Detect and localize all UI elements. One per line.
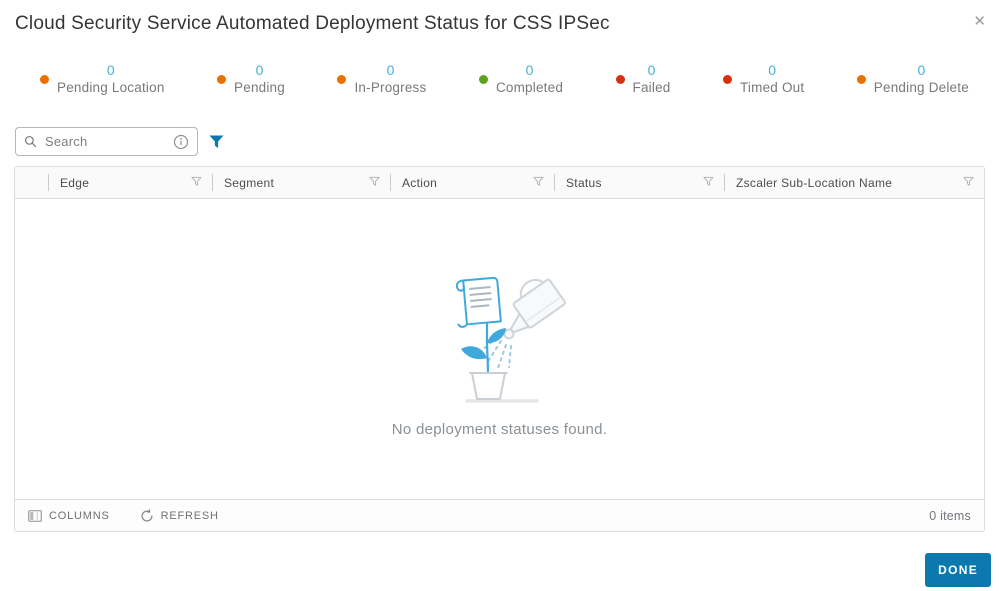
status-count: 0 — [768, 62, 777, 78]
status-item-failed: 0 Failed — [615, 62, 671, 97]
table-header-select — [15, 167, 48, 198]
status-item-timed-out: 0 Timed Out — [722, 62, 805, 97]
column-header-segment[interactable]: Segment — [212, 167, 390, 198]
status-item-pending-location: 0 Pending Location — [40, 62, 165, 97]
status-dot — [856, 75, 866, 84]
toolbar — [15, 127, 985, 156]
status-label: Timed Out — [739, 80, 805, 95]
dialog-actions: DONE — [925, 553, 991, 587]
status-item-in-progress: 0 In-Progress — [337, 62, 426, 97]
status-item-pending-delete: 0 Pending Delete — [856, 62, 969, 97]
refresh-icon — [140, 508, 154, 523]
done-button[interactable]: DONE — [925, 553, 991, 587]
column-header-edge[interactable]: Edge — [48, 167, 212, 198]
status-count: 0 — [106, 62, 115, 78]
status-label: Pending Location — [57, 80, 165, 95]
column-label: Segment — [224, 175, 275, 190]
status-item-pending: 0 Pending — [217, 62, 285, 97]
column-header-zscaler-sub-location-name[interactable]: Zscaler Sub-Location Name — [724, 167, 984, 198]
status-label: In-Progress — [354, 80, 427, 95]
column-filter-icon[interactable] — [369, 176, 380, 190]
status-dot — [478, 75, 488, 84]
column-label: Edge — [60, 175, 90, 190]
status-label: Failed — [632, 80, 671, 95]
status-dot — [337, 75, 347, 84]
search-icon — [24, 135, 37, 148]
column-header-action[interactable]: Action — [390, 167, 554, 198]
status-label: Pending Delete — [873, 80, 969, 95]
deployment-status-dialog: Cloud Security Service Automated Deploym… — [0, 0, 999, 591]
column-header-status[interactable]: Status — [554, 167, 724, 198]
column-filter-icon[interactable] — [191, 176, 202, 190]
status-dot — [615, 75, 625, 84]
column-label: Status — [566, 175, 602, 190]
table-body-empty-state: No deployment statuses found. — [15, 199, 984, 499]
search-input[interactable] — [43, 133, 167, 150]
columns-button[interactable]: COLUMNS — [28, 510, 110, 522]
status-dot — [40, 75, 49, 84]
column-filter-icon[interactable] — [963, 176, 974, 190]
empty-state-message: No deployment statuses found. — [391, 420, 608, 438]
search-box — [15, 127, 198, 156]
status-count: 0 — [647, 62, 656, 78]
status-label: Completed — [495, 80, 564, 95]
empty-state-illustration — [425, 261, 575, 411]
status-count: 0 — [255, 62, 264, 78]
status-count: 0 — [525, 62, 534, 78]
dialog-header: Cloud Security Service Automated Deploym… — [0, 0, 999, 35]
status-count: 0 — [917, 62, 926, 78]
status-label: Pending — [234, 80, 285, 95]
items-count: 0 items — [929, 508, 971, 523]
column-filter-icon[interactable] — [703, 176, 714, 190]
status-dot — [722, 75, 732, 84]
info-icon[interactable] — [173, 134, 189, 150]
page-title: Cloud Security Service Automated Deploym… — [15, 13, 610, 34]
table-footer: COLUMNS REFRESH 0 items — [15, 499, 984, 531]
columns-icon — [28, 509, 42, 522]
deployment-table: Edge Segment Action Status Zscaler Sub-L… — [14, 166, 985, 532]
table-header: Edge Segment Action Status Zscaler Sub-L… — [15, 167, 984, 199]
status-summary: 0 Pending Location 0 Pending 0 In-Progress … — [40, 62, 969, 97]
columns-button-label: COLUMNS — [49, 509, 110, 522]
refresh-button-label: REFRESH — [160, 509, 219, 522]
status-count: 0 — [386, 62, 395, 78]
refresh-button[interactable]: REFRESH — [140, 508, 219, 523]
close-icon[interactable]: ✕ — [969, 12, 990, 31]
filter-icon[interactable] — [209, 135, 224, 149]
status-item-completed: 0 Completed — [478, 62, 564, 97]
column-label: Action — [402, 175, 438, 190]
column-filter-icon[interactable] — [533, 176, 544, 190]
status-dot — [217, 75, 227, 84]
column-label: Zscaler Sub-Location Name — [736, 175, 893, 190]
